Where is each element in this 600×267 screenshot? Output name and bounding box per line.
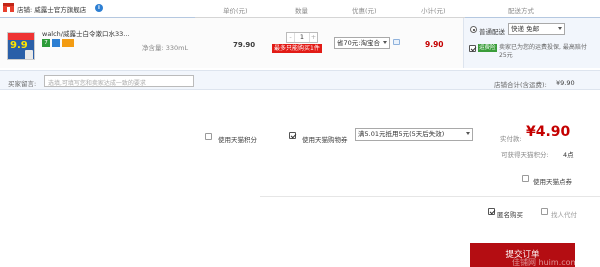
points-label: 可获得天猫积分:: [501, 151, 549, 159]
product-title[interactable]: walch/威露士白令漱口水33...: [42, 28, 129, 38]
discount-info-icon[interactable]: [393, 39, 400, 45]
seven-day-return-icon: 7: [42, 39, 50, 47]
quantity-minus-button[interactable]: -: [287, 33, 295, 42]
info-icon[interactable]: i: [95, 4, 103, 12]
invoice-icon: [62, 39, 74, 47]
insurance-badge: 运费险: [478, 44, 497, 52]
product-thumbnail[interactable]: 9.9: [7, 32, 35, 60]
proxy-pay-label: 找人代付: [551, 211, 577, 219]
tmall-stamp-label: 使用天猫点券: [533, 178, 572, 186]
message-placeholder: 选填,可填写您和卖家达成一致的要求: [48, 80, 146, 87]
purchase-limit-tag: 最多只能购买1件: [272, 44, 322, 53]
item-subtotal: 9.90: [425, 40, 444, 49]
divider: [260, 196, 600, 197]
tmall-coupon-label: 使用天猫购物券: [302, 136, 348, 144]
tmall-points-label: 使用天猫积分: [218, 136, 257, 144]
col-quantity: 数量: [295, 7, 308, 15]
coupon-select-value: 满5.01元抵用5元(5天后失效): [358, 130, 445, 138]
watermark: 佳铺网 huim.com: [512, 258, 579, 267]
col-subtotal: 小计(元): [421, 7, 446, 15]
tmall-stamp-checkbox[interactable]: [522, 175, 529, 182]
discount-select-value: 省70元:淘宝合: [337, 39, 380, 47]
insurance-checkbox[interactable]: [469, 45, 476, 52]
points-value: 4点: [563, 151, 574, 159]
paid-amount: ¥4.90: [526, 124, 571, 140]
shipping-radio[interactable]: [470, 26, 477, 33]
proxy-pay-checkbox[interactable]: [541, 208, 548, 215]
quantity-input[interactable]: 1: [295, 33, 309, 42]
discount-select[interactable]: 省70元:淘宝合: [334, 37, 390, 49]
quantity-plus-button[interactable]: +: [309, 33, 317, 42]
col-discount: 优惠(元): [352, 7, 377, 15]
shop-icon: [3, 3, 14, 12]
col-shipping: 配送方式: [508, 7, 534, 15]
unit-price: 79.90: [233, 41, 256, 49]
shipping-option-label: 普通配送: [479, 28, 505, 36]
col-unit-price: 单价(元): [223, 7, 248, 15]
shop-total-value: ¥9.90: [556, 79, 575, 87]
shipping-select-value: 快递 免邮: [511, 25, 540, 33]
credit-card-icon: [52, 39, 60, 47]
product-spec: 净含量: 330mL: [142, 44, 189, 52]
shipping-select[interactable]: 快递 免邮: [508, 23, 565, 35]
shop-total-label: 店铺合计(含运费):: [494, 81, 547, 89]
quantity-stepper: - 1 +: [286, 32, 318, 43]
insurance-text: 卖家已为您的运费投保, 最高赔付25元: [499, 44, 587, 59]
paid-label: 实付款:: [500, 135, 522, 143]
tmall-points-checkbox[interactable]: [205, 133, 212, 140]
coupon-select[interactable]: 满5.01元抵用5元(5天后失效): [355, 128, 473, 141]
anonymous-checkbox[interactable]: [488, 208, 495, 215]
tmall-coupon-checkbox[interactable]: [289, 132, 296, 139]
shop-name[interactable]: 店铺: 威露士官方旗舰店: [17, 4, 86, 14]
anonymous-label: 匿名购买: [497, 211, 523, 219]
message-label: 买家留言:: [8, 80, 37, 88]
message-input[interactable]: 选填,可填写您和卖家达成一致的要求: [44, 75, 194, 87]
